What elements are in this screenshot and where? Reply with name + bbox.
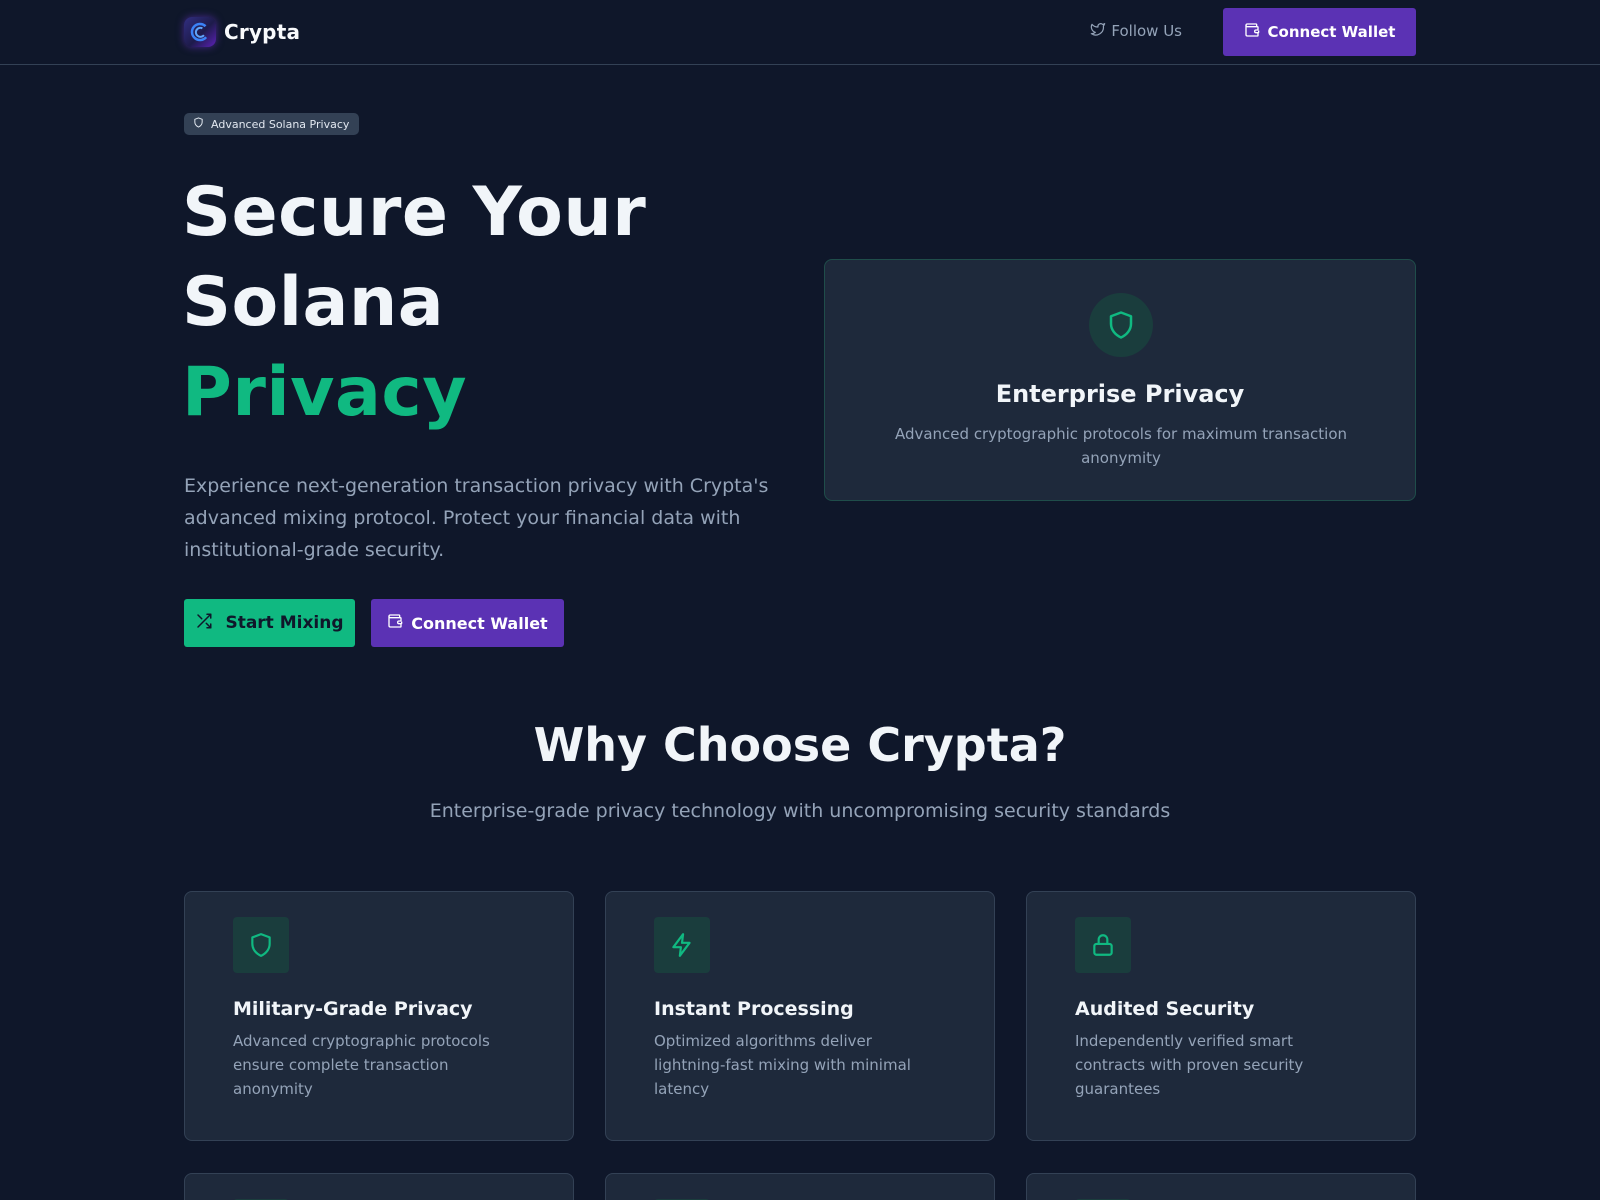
feature-card: Military-Grade Privacy Advanced cryptogr…: [184, 891, 574, 1141]
top-nav: Crypta Follow Us Connect Wallet: [0, 0, 1600, 65]
section-subtitle: Enterprise-grade privacy technology with…: [429, 800, 1171, 822]
connect-wallet-label: Connect Wallet: [1267, 23, 1396, 41]
feature-description: Advanced cryptographic protocols ensure …: [233, 1032, 490, 1098]
shield-icon: [233, 917, 289, 973]
badge-label: Advanced Solana Privacy: [211, 117, 350, 131]
follow-us-link[interactable]: Follow Us: [1090, 21, 1182, 41]
connect-wallet-button-header[interactable]: Connect Wallet: [1223, 8, 1416, 56]
feature-card: [605, 1173, 995, 1200]
lock-icon: [1075, 917, 1131, 973]
wallet-icon: [1244, 22, 1260, 42]
feature-card: [1026, 1173, 1416, 1200]
lightning-icon: [654, 917, 710, 973]
brand-logo[interactable]: Crypta: [184, 17, 300, 47]
section-title: Why Choose Crypta?: [533, 718, 1067, 772]
connect-wallet-label: Connect Wallet: [411, 613, 548, 633]
hero-description: Experience next-generation transaction p…: [184, 475, 769, 561]
crypta-logo-icon: [184, 17, 216, 47]
shield-icon: [1089, 293, 1153, 357]
shuffle-icon: [195, 612, 213, 635]
twitter-icon: [1090, 21, 1106, 41]
feature-title: Audited Security: [1075, 998, 1255, 1020]
hero-title: Secure Your Solana Privacy: [182, 168, 646, 438]
hero-title-line1: Secure Your: [182, 173, 647, 252]
feature-description: Independently verified smart contracts w…: [1075, 1032, 1304, 1098]
enterprise-title: Enterprise Privacy: [995, 380, 1245, 408]
start-mixing-button[interactable]: Start Mixing: [184, 599, 355, 647]
feature-title: Military-Grade Privacy: [233, 998, 473, 1020]
feature-title: Instant Processing: [654, 998, 854, 1020]
enterprise-privacy-card: Enterprise Privacy Advanced cryptographi…: [824, 259, 1416, 501]
privacy-badge: Advanced Solana Privacy: [184, 113, 360, 135]
brand-name: Crypta: [224, 20, 301, 44]
hero-title-line2: Solana: [182, 263, 445, 342]
shield-icon: [193, 117, 204, 131]
feature-card: Instant Processing Optimized algorithms …: [605, 891, 995, 1141]
feature-description: Optimized algorithms deliver lightning-f…: [654, 1032, 911, 1098]
connect-wallet-button-hero[interactable]: Connect Wallet: [371, 599, 564, 647]
start-mixing-label: Start Mixing: [225, 613, 344, 633]
feature-card: Audited Security Independently verified …: [1026, 891, 1416, 1141]
follow-us-label: Follow Us: [1111, 22, 1182, 40]
enterprise-description: Advanced cryptographic protocols for max…: [894, 425, 1348, 467]
hero-title-accent: Privacy: [182, 353, 468, 432]
wallet-icon: [387, 613, 403, 633]
feature-card: [184, 1173, 574, 1200]
